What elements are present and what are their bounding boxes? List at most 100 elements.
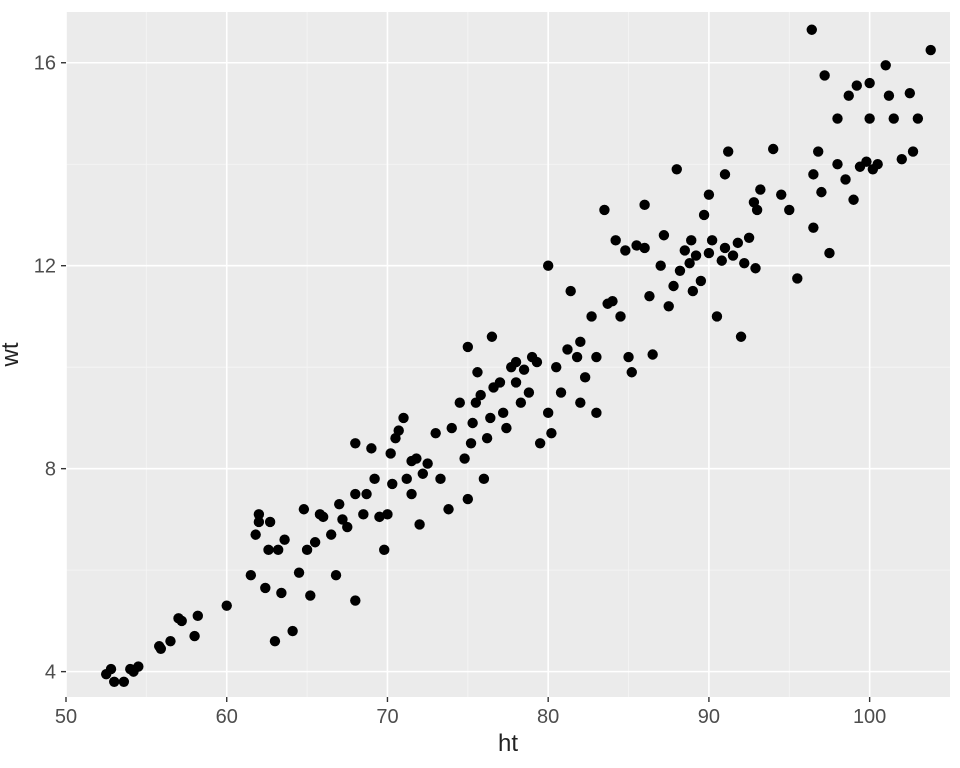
- data-point: [385, 448, 395, 458]
- data-point: [723, 146, 733, 156]
- data-point: [704, 189, 714, 199]
- y-tick-label: 4: [45, 662, 56, 684]
- data-point: [177, 616, 187, 626]
- data-point: [265, 517, 275, 527]
- data-point: [287, 626, 297, 636]
- data-point: [672, 164, 682, 174]
- data-point: [447, 423, 457, 433]
- data-point: [848, 195, 858, 205]
- data-point: [813, 146, 823, 156]
- y-tick-label: 12: [34, 256, 56, 278]
- data-point: [487, 332, 497, 342]
- data-point: [572, 352, 582, 362]
- data-point: [908, 146, 918, 156]
- data-point: [575, 398, 585, 408]
- data-point: [736, 332, 746, 342]
- data-point: [189, 631, 199, 641]
- data-point: [463, 342, 473, 352]
- data-point: [402, 474, 412, 484]
- data-point: [897, 154, 907, 164]
- data-point: [414, 519, 424, 529]
- data-point: [524, 387, 534, 397]
- data-point: [752, 205, 762, 215]
- data-point: [361, 489, 371, 499]
- data-point: [699, 210, 709, 220]
- data-point: [586, 311, 596, 321]
- data-point: [276, 588, 286, 598]
- data-point: [591, 352, 601, 362]
- data-point: [691, 250, 701, 260]
- data-point: [739, 258, 749, 268]
- data-point: [270, 636, 280, 646]
- x-tick-label: 100: [853, 706, 886, 728]
- data-point: [792, 273, 802, 283]
- data-point: [707, 235, 717, 245]
- data-point: [565, 286, 575, 296]
- data-point: [543, 261, 553, 271]
- data-point: [463, 494, 473, 504]
- data-point: [556, 387, 566, 397]
- data-point: [394, 425, 404, 435]
- data-point: [599, 205, 609, 215]
- data-point: [535, 438, 545, 448]
- data-point: [824, 248, 834, 258]
- data-point: [430, 428, 440, 438]
- data-point: [615, 311, 625, 321]
- data-point: [350, 438, 360, 448]
- data-point: [326, 529, 336, 539]
- data-point: [755, 184, 765, 194]
- data-point: [844, 91, 854, 101]
- data-point: [562, 344, 572, 354]
- data-point: [607, 296, 617, 306]
- data-point: [479, 474, 489, 484]
- data-point: [623, 352, 633, 362]
- data-point: [832, 159, 842, 169]
- data-point: [387, 479, 397, 489]
- data-point: [733, 238, 743, 248]
- data-point: [768, 144, 778, 154]
- data-point: [406, 456, 416, 466]
- data-point: [664, 301, 674, 311]
- data-point: [379, 545, 389, 555]
- data-point: [864, 113, 874, 123]
- data-point: [728, 250, 738, 260]
- data-point: [485, 413, 495, 423]
- data-point: [872, 159, 882, 169]
- data-point: [350, 595, 360, 605]
- data-point: [668, 281, 678, 291]
- data-point: [165, 636, 175, 646]
- data-point: [511, 377, 521, 387]
- data-point: [305, 590, 315, 600]
- data-point: [299, 504, 309, 514]
- y-axis-title: wt: [0, 342, 24, 367]
- data-point: [246, 570, 256, 580]
- data-point: [193, 611, 203, 621]
- data-point: [776, 189, 786, 199]
- x-tick-label: 50: [55, 706, 77, 728]
- data-point: [864, 78, 874, 88]
- data-point: [655, 261, 665, 271]
- data-point: [639, 243, 649, 253]
- data-point: [398, 413, 408, 423]
- data-point: [382, 509, 392, 519]
- data-point: [294, 567, 304, 577]
- data-point: [475, 390, 485, 400]
- data-point: [659, 230, 669, 240]
- data-point: [704, 248, 714, 258]
- data-point: [675, 266, 685, 276]
- plot-panel: [66, 12, 950, 697]
- data-point: [366, 443, 376, 453]
- data-point: [279, 535, 289, 545]
- data-point: [720, 169, 730, 179]
- data-point: [310, 537, 320, 547]
- data-point: [884, 91, 894, 101]
- plot-svg: 5060708090100481216htwt: [0, 0, 960, 768]
- data-point: [926, 45, 936, 55]
- x-tick-label: 80: [537, 706, 559, 728]
- data-point: [334, 499, 344, 509]
- data-point: [696, 276, 706, 286]
- data-point: [501, 423, 511, 433]
- data-point: [913, 113, 923, 123]
- data-point: [435, 474, 445, 484]
- data-point: [688, 286, 698, 296]
